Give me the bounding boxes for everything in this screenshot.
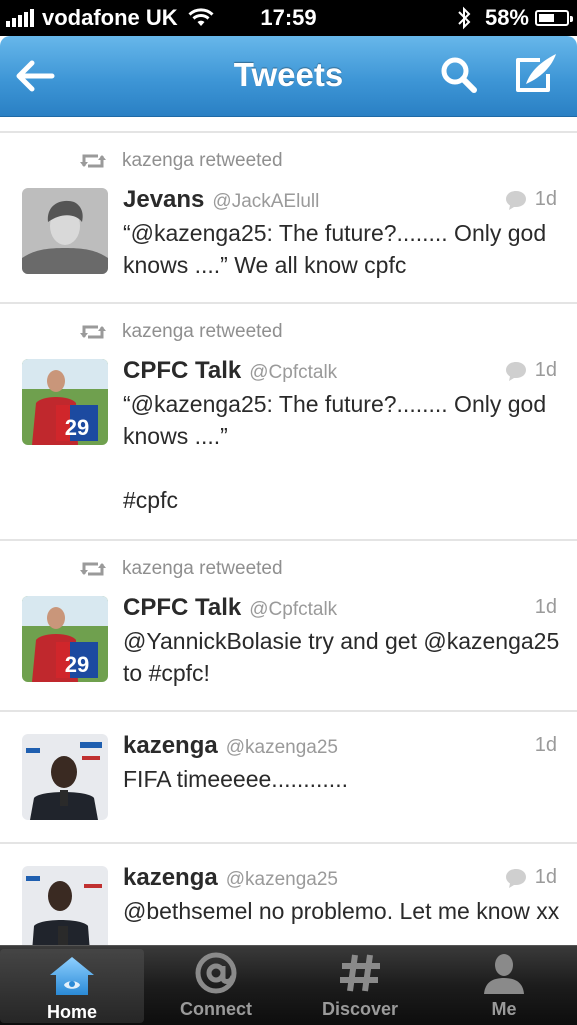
status-bar: vodafone UK 17:59 58% bbox=[0, 0, 577, 36]
tweet-time: 1d bbox=[534, 359, 557, 381]
tweet-time: 1d bbox=[534, 188, 557, 210]
avatar[interactable]: 29 bbox=[22, 596, 108, 682]
reply-bubble-icon bbox=[505, 190, 526, 210]
tweet-item[interactable]: kazenga retweeted Jevans @JackAElull 1d … bbox=[0, 133, 577, 304]
tab-bar: Home Connect Discover Me bbox=[0, 945, 577, 1025]
compose-icon[interactable] bbox=[512, 52, 560, 96]
tweet-item[interactable]: kazenga @kazenga25 1d FIFA timeeeee.....… bbox=[0, 712, 577, 844]
retweet-indicator: kazenga retweeted bbox=[80, 556, 283, 582]
page-title: Tweets bbox=[233, 56, 344, 93]
retweet-label: kazenga retweeted bbox=[122, 321, 283, 342]
navigation-bar: Tweets bbox=[0, 36, 577, 117]
author-name[interactable]: Jevans bbox=[123, 186, 204, 214]
reply-bubble-icon bbox=[505, 361, 526, 381]
tab-label: Discover bbox=[321, 999, 399, 1019]
hashtag-icon bbox=[340, 954, 380, 992]
tab-discover[interactable]: Discover bbox=[288, 946, 432, 1025]
avatar[interactable] bbox=[22, 866, 108, 945]
avatar[interactable] bbox=[22, 188, 108, 274]
tweet-text: “@kazenga25: The future?........ Only go… bbox=[123, 220, 547, 278]
author-handle[interactable]: @JackAElull bbox=[212, 191, 319, 213]
author-handle[interactable]: @kazenga25 bbox=[226, 869, 338, 891]
tab-connect[interactable]: Connect bbox=[144, 946, 288, 1025]
retweet-icon bbox=[80, 154, 106, 168]
tweet-text: FIFA timeeeee............ bbox=[123, 766, 348, 792]
tab-label: Home bbox=[46, 1002, 97, 1022]
tweet-text: “@kazenga25: The future?........ Only go… bbox=[123, 391, 547, 513]
tab-label: Me bbox=[491, 999, 517, 1019]
signal-bars-icon bbox=[6, 9, 36, 27]
tab-home[interactable]: Home bbox=[0, 949, 144, 1023]
battery-percent: 58% bbox=[484, 5, 529, 30]
tweet-text: @YannickBolasie try and get @kazenga25 t… bbox=[123, 628, 560, 686]
svg-text:29: 29 bbox=[65, 652, 89, 677]
tweet-item[interactable]: kazenga retweeted 29 CPFC Talk @Cpfctalk… bbox=[0, 304, 577, 541]
svg-text:29: 29 bbox=[65, 415, 89, 440]
retweet-indicator: kazenga retweeted bbox=[80, 148, 283, 174]
tab-me[interactable]: Me bbox=[432, 946, 576, 1025]
at-sign-icon bbox=[195, 952, 237, 994]
search-icon[interactable] bbox=[438, 54, 480, 96]
author-handle[interactable]: @Cpfctalk bbox=[249, 599, 337, 621]
person-icon bbox=[484, 954, 524, 994]
tweet-feed[interactable]: kazenga retweeted Jevans @JackAElull 1d … bbox=[0, 117, 577, 945]
retweet-icon bbox=[80, 562, 106, 576]
author-name[interactable]: CPFC Talk bbox=[123, 357, 241, 385]
tab-label: Connect bbox=[180, 999, 252, 1019]
tweet-time: 1d bbox=[534, 596, 557, 618]
avatar[interactable] bbox=[22, 734, 108, 820]
tweet-item[interactable]: kazenga retweeted 29 CPFC Talk @Cpfctalk… bbox=[0, 541, 577, 712]
retweet-label: kazenga retweeted bbox=[122, 558, 283, 579]
bluetooth-icon bbox=[458, 6, 471, 30]
retweet-label: kazenga retweeted bbox=[122, 150, 283, 171]
tweet-time: 1d bbox=[534, 734, 557, 756]
tweet-text: @bethsemel no problemo. Let me know xx bbox=[123, 898, 560, 924]
home-icon bbox=[50, 957, 94, 995]
avatar[interactable]: 29 bbox=[22, 359, 108, 445]
tweet-time: 1d bbox=[534, 866, 557, 888]
carrier-name: vodafone UK bbox=[42, 5, 178, 30]
author-handle[interactable]: @kazenga25 bbox=[226, 737, 338, 759]
retweet-icon bbox=[80, 325, 106, 339]
author-handle[interactable]: @Cpfctalk bbox=[249, 362, 337, 384]
battery-icon bbox=[535, 10, 573, 26]
wifi-icon bbox=[188, 8, 214, 26]
tweet-item[interactable]: kazenga @kazenga25 1d @bethsemel no prob… bbox=[0, 844, 577, 945]
back-arrow-icon[interactable] bbox=[14, 56, 56, 96]
reply-bubble-icon bbox=[505, 868, 526, 888]
author-name[interactable]: kazenga bbox=[123, 864, 218, 892]
author-name[interactable]: CPFC Talk bbox=[123, 594, 241, 622]
retweet-indicator: kazenga retweeted bbox=[80, 319, 283, 345]
author-name[interactable]: kazenga bbox=[123, 732, 218, 760]
